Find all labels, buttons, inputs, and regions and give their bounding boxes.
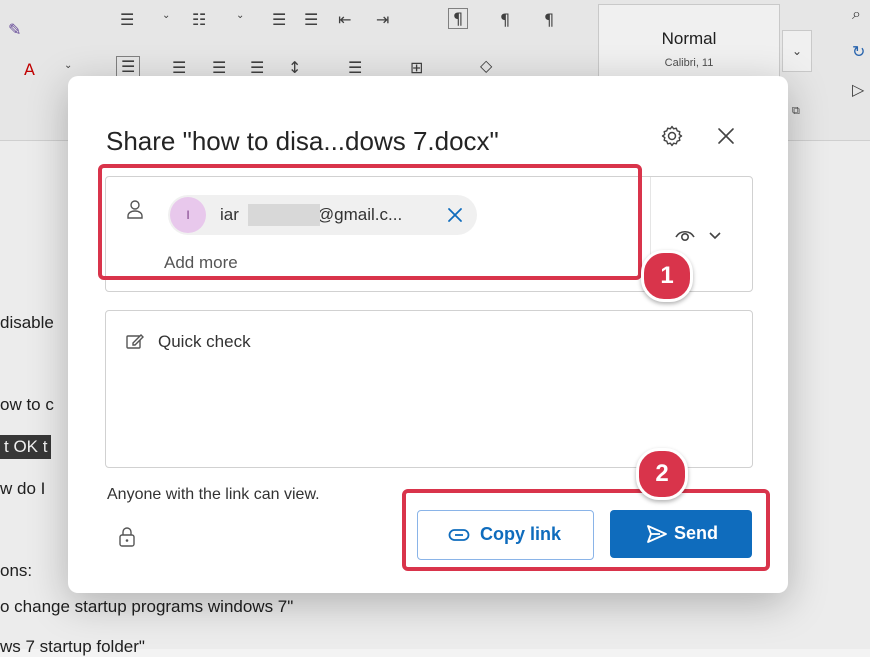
dialog-title: Share "how to disa...dows 7.docx"	[106, 126, 499, 156]
eye-icon	[675, 230, 695, 242]
annotation-badge-1: 1	[641, 250, 693, 302]
chevron-down-icon	[709, 232, 721, 240]
link-permission-text[interactable]: Anyone with the link can view.	[107, 486, 320, 504]
message-field[interactable]: Quick check	[105, 310, 753, 468]
close-icon[interactable]	[714, 124, 738, 148]
message-text: Quick check	[158, 332, 251, 351]
permission-dropdown[interactable]	[672, 221, 736, 249]
annotation-box-recipients	[98, 164, 642, 280]
gear-icon[interactable]	[660, 124, 684, 148]
annotation-badge-2: 2	[636, 448, 688, 500]
lock-icon	[119, 527, 135, 547]
annotation-box-actions	[402, 489, 770, 571]
edit-message-icon	[126, 334, 144, 349]
